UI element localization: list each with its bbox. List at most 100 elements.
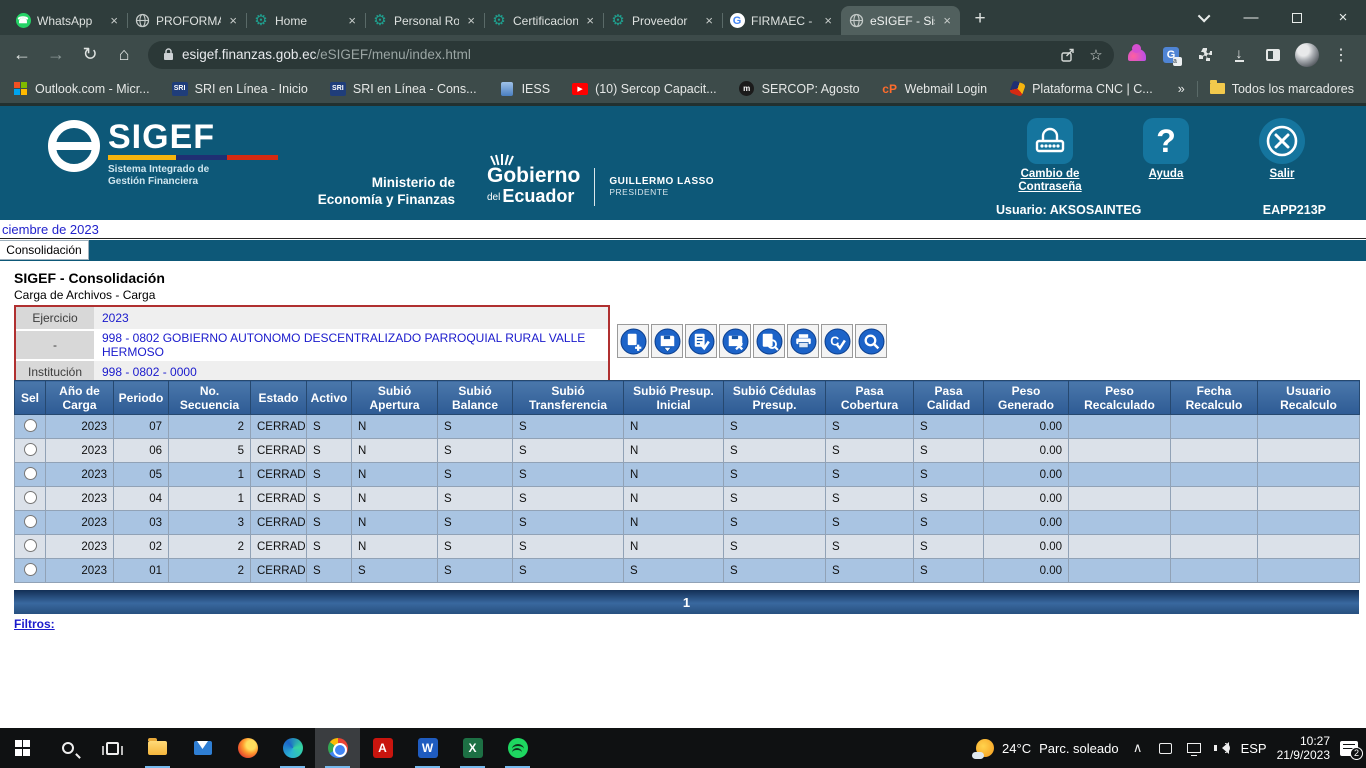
spotify-icon[interactable]: [495, 728, 540, 768]
row-radio[interactable]: [24, 491, 37, 504]
word-icon[interactable]: W: [405, 728, 450, 768]
change-password-button[interactable]: Cambio de Contraseña: [1006, 118, 1094, 194]
help-button[interactable]: ? Ayuda: [1122, 118, 1210, 194]
table-cell: S: [307, 487, 352, 511]
bookmark-item[interactable]: SRISRI en Línea - Inicio: [172, 81, 308, 97]
edge-icon[interactable]: [270, 728, 315, 768]
tab-search-icon[interactable]: [1182, 0, 1228, 35]
tab-close-icon[interactable]: ×: [584, 13, 596, 28]
browser-tab[interactable]: ⚙Proveedor×: [603, 6, 722, 35]
tab-close-icon[interactable]: ×: [108, 13, 120, 28]
tablet-mode-icon[interactable]: [1157, 739, 1175, 757]
form-row: - 998 - 0802 GOBIERNO AUTONOMO DESCENTRA…: [16, 330, 608, 360]
tab-close-icon[interactable]: ×: [822, 13, 834, 28]
table-cell: S: [513, 535, 624, 559]
tab-consolidacion[interactable]: Consolidación: [0, 240, 89, 260]
bookmarks-overflow-icon[interactable]: »: [1178, 82, 1185, 96]
bookmark-item[interactable]: Plataforma CNC | C...: [1009, 81, 1153, 97]
bookmark-label: SRI en Línea - Inicio: [195, 82, 308, 96]
table-cell: [1258, 511, 1360, 535]
tab-close-icon[interactable]: ×: [465, 13, 477, 28]
tab-close-icon[interactable]: ×: [346, 13, 358, 28]
network-icon[interactable]: [1185, 739, 1203, 757]
back-button[interactable]: ←: [6, 39, 38, 71]
row-radio[interactable]: [24, 563, 37, 576]
translate-extension-icon[interactable]: G: [1156, 40, 1186, 70]
forward-button[interactable]: →: [40, 39, 72, 71]
profile-avatar[interactable]: [1292, 40, 1322, 70]
excel-icon[interactable]: X: [450, 728, 495, 768]
new-document-button[interactable]: [617, 324, 649, 358]
validate-checklist-button[interactable]: [685, 324, 717, 358]
row-radio[interactable]: [24, 419, 37, 432]
exit-button[interactable]: Salir: [1238, 118, 1326, 194]
tab-close-icon[interactable]: ×: [941, 13, 953, 28]
row-radio[interactable]: [24, 467, 37, 480]
browser-tab[interactable]: ⚙Personal Rol×: [365, 6, 484, 35]
start-button[interactable]: [0, 728, 45, 768]
print-button[interactable]: [787, 324, 819, 358]
logo-subtitle-1: Sistema Integrado de: [108, 164, 209, 175]
restore-button[interactable]: [1274, 0, 1320, 35]
page-number[interactable]: 1: [683, 595, 690, 610]
bookmark-item[interactable]: IESS: [499, 81, 551, 97]
weather-widget[interactable]: 24°C Parc. soleado: [976, 739, 1119, 757]
tray-chevron-icon[interactable]: ∧: [1129, 739, 1147, 757]
clock[interactable]: 10:27 21/9/2023: [1277, 734, 1330, 762]
menu-kebab-icon[interactable]: ⋮: [1326, 40, 1356, 70]
row-radio[interactable]: [24, 539, 37, 552]
column-header: Subió Cédulas Presup.: [724, 381, 826, 415]
row-radio[interactable]: [24, 515, 37, 528]
close-button[interactable]: ×: [1320, 0, 1366, 35]
extensions-puzzle-icon[interactable]: [1190, 40, 1220, 70]
bookmark-star-icon[interactable]: ☆: [1082, 42, 1110, 68]
pagination-bar[interactable]: 1: [14, 590, 1359, 614]
tab-close-icon[interactable]: ×: [703, 13, 715, 28]
firefox-icon[interactable]: [225, 728, 270, 768]
task-view-icon[interactable]: [90, 728, 135, 768]
chrome-icon[interactable]: [315, 728, 360, 768]
bookmark-item[interactable]: SRISRI en Línea - Cons...: [330, 81, 477, 97]
share-icon[interactable]: [1054, 42, 1082, 68]
downloads-icon[interactable]: ↓: [1224, 40, 1254, 70]
table-cell: S: [307, 535, 352, 559]
consolidate-check-button[interactable]: C: [821, 324, 853, 358]
table-cell: CERRADO: [251, 535, 307, 559]
row-radio[interactable]: [24, 443, 37, 456]
browser-tab[interactable]: eSIGEF - Siste×: [841, 6, 960, 35]
tab-label: WhatsApp: [37, 14, 102, 28]
table-cell: S: [513, 439, 624, 463]
side-panel-icon[interactable]: [1258, 40, 1288, 70]
browser-tab[interactable]: ⚙Home×: [246, 6, 365, 35]
page-title: SIGEF - Consolidación: [14, 270, 165, 286]
browser-tab[interactable]: GFIRMAEC - Bu×: [722, 6, 841, 35]
notification-center-icon[interactable]: 2: [1340, 741, 1358, 756]
browser-tab[interactable]: ⚙Certificacione×: [484, 6, 603, 35]
preview-document-button[interactable]: [753, 324, 785, 358]
acrobat-icon[interactable]: A: [360, 728, 405, 768]
taskbar-search-icon[interactable]: [45, 728, 90, 768]
volume-icon[interactable]: [1213, 739, 1231, 757]
home-button[interactable]: ⌂: [108, 39, 140, 71]
address-bar[interactable]: esigef.finanzas.gob.ec/eSIGEF/menu/index…: [148, 41, 1114, 69]
bookmark-item[interactable]: ▶(10) Sercop Capacit...: [572, 81, 717, 97]
reload-button[interactable]: ↻: [74, 39, 106, 71]
bookmark-item[interactable]: mSERCOP: Agosto: [739, 81, 860, 97]
tab-close-icon[interactable]: ×: [227, 13, 239, 28]
mail-icon[interactable]: [180, 728, 225, 768]
bookmark-item[interactable]: Outlook.com - Micr...: [12, 81, 150, 97]
action-toolbar: C: [617, 324, 887, 358]
browser-tab[interactable]: ☎WhatsApp×: [8, 6, 127, 35]
discard-disk-button[interactable]: [719, 324, 751, 358]
search-detail-button[interactable]: [855, 324, 887, 358]
filters-link[interactable]: Filtros:: [14, 617, 55, 631]
minimize-button[interactable]: —: [1228, 0, 1274, 35]
browser-tab[interactable]: PROFORMA 3×: [127, 6, 246, 35]
acrobat-extension-icon[interactable]: [1122, 40, 1152, 70]
bookmark-item[interactable]: cPWebmail Login: [882, 81, 987, 97]
all-bookmarks-button[interactable]: Todos los marcadores: [1210, 82, 1354, 96]
file-explorer-icon[interactable]: [135, 728, 180, 768]
language-indicator[interactable]: ESP: [1241, 741, 1267, 756]
new-tab-button[interactable]: +: [966, 5, 994, 33]
save-upload-button[interactable]: [651, 324, 683, 358]
